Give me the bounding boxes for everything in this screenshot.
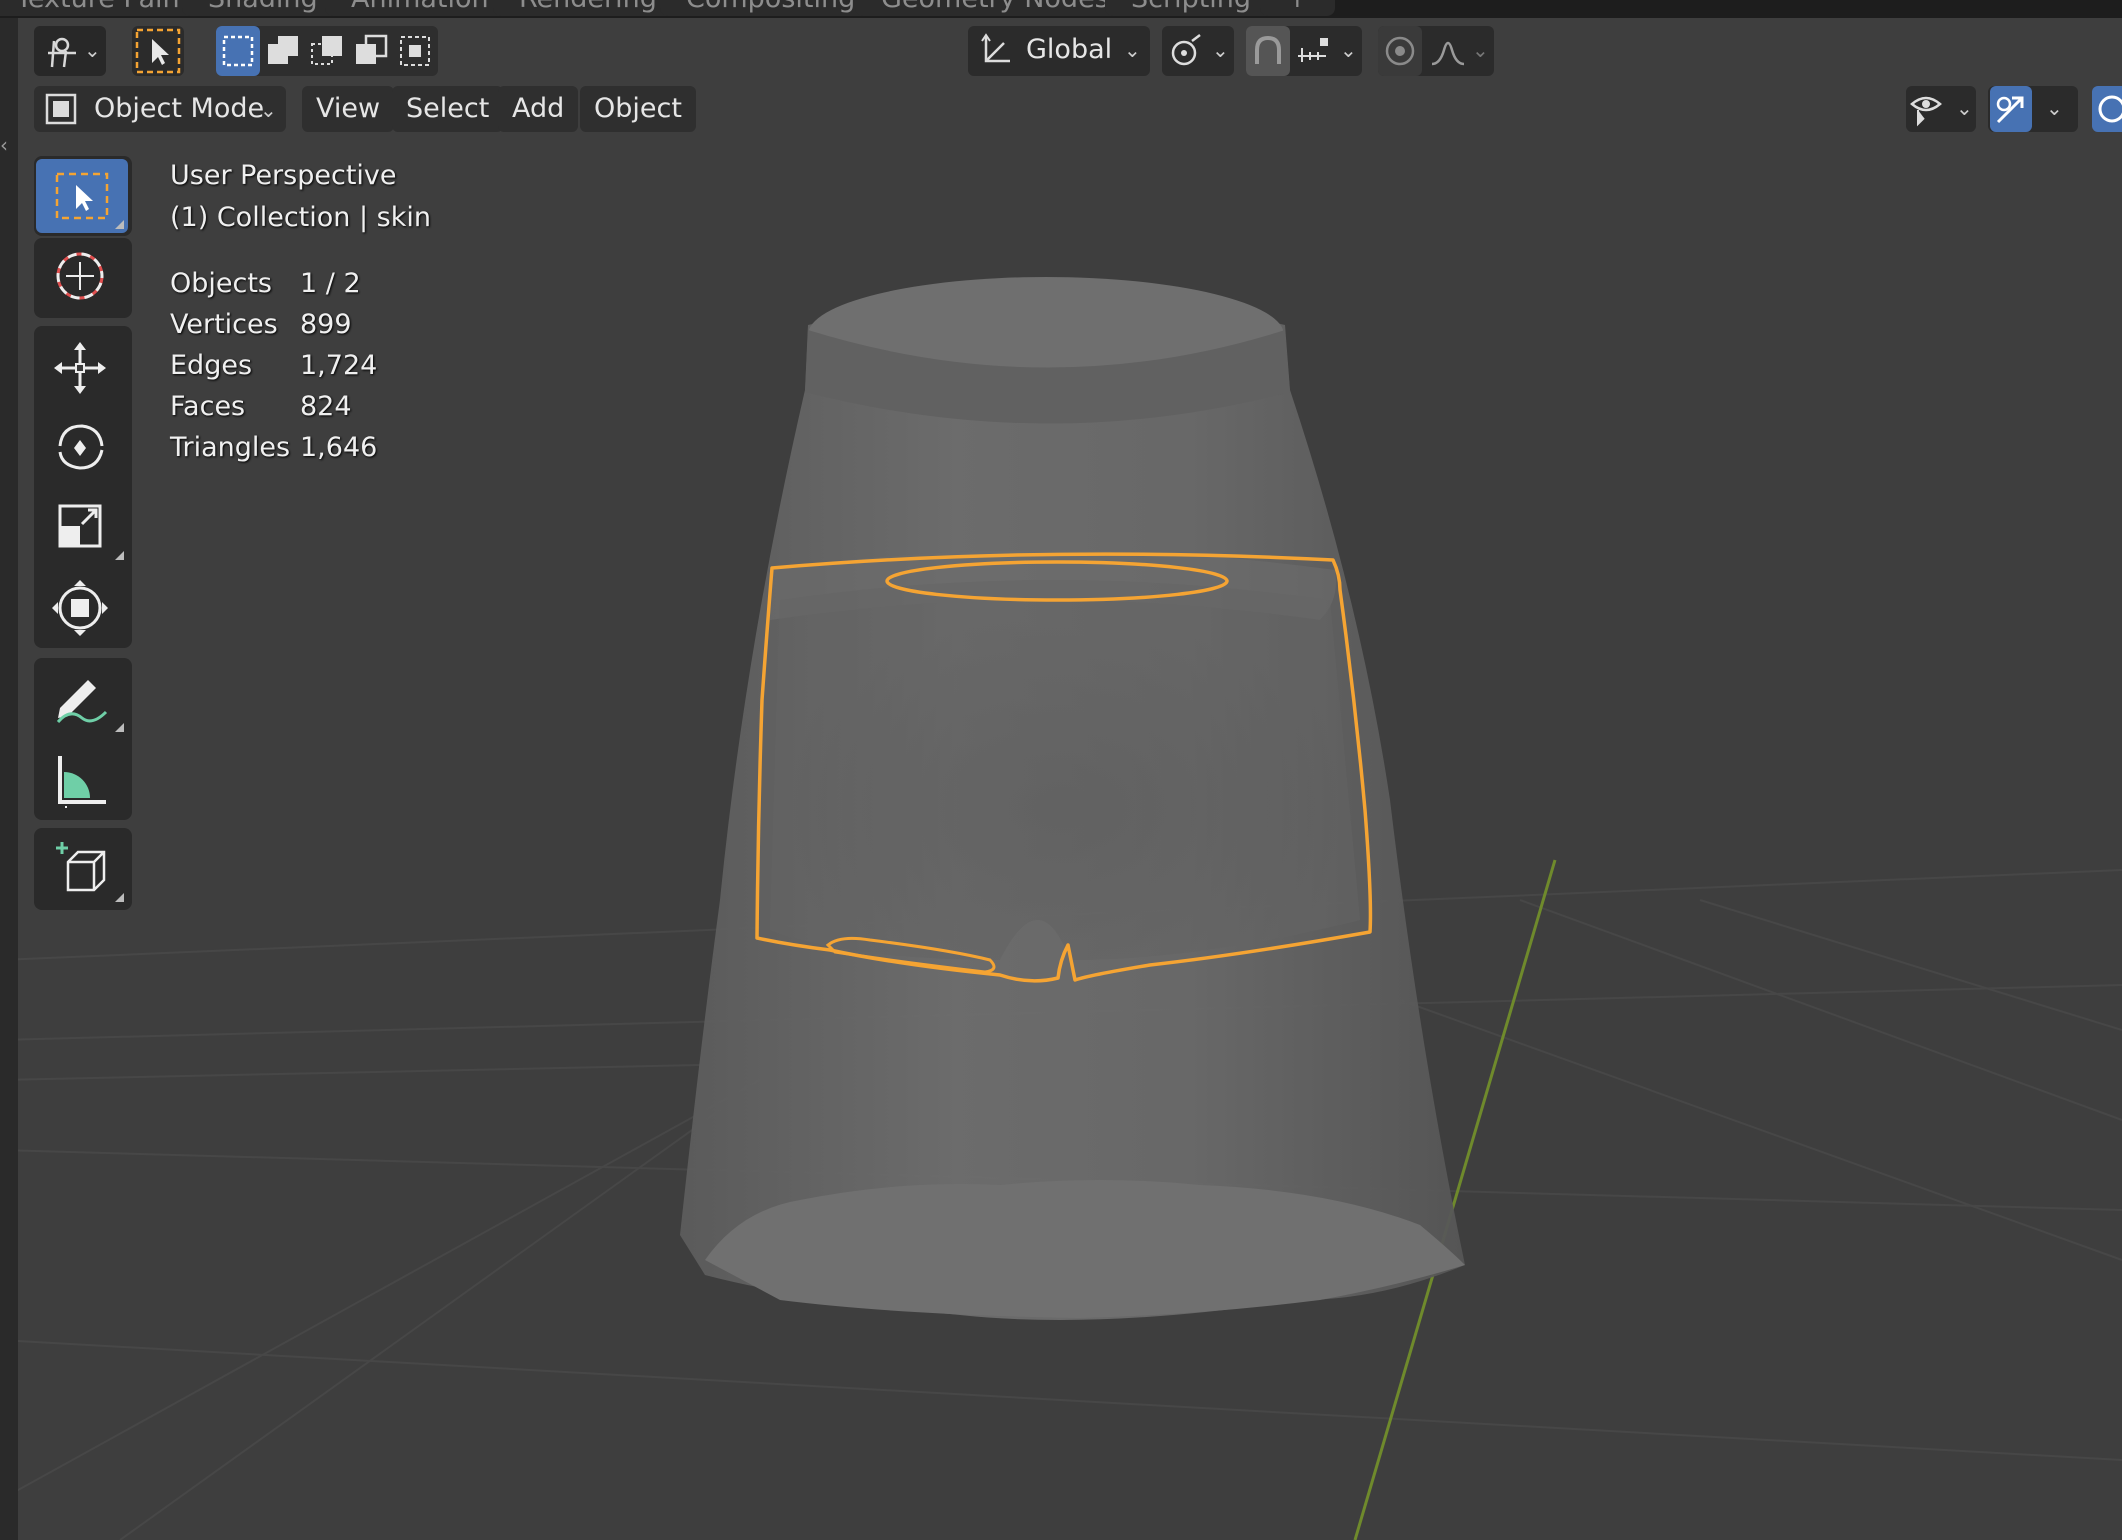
submenu-corner bbox=[115, 551, 124, 560]
tool-move[interactable] bbox=[36, 330, 128, 404]
proportional-editing-icon bbox=[1385, 36, 1415, 66]
subtract-selection-icon[interactable] bbox=[310, 34, 344, 68]
stat-label: Vertices bbox=[170, 309, 278, 340]
tool-transform[interactable] bbox=[36, 570, 128, 644]
stat-value: 1,646 bbox=[300, 432, 378, 463]
scale-icon bbox=[58, 504, 102, 548]
select-box-icon bbox=[135, 28, 181, 74]
transform-orientation-dropdown[interactable]: Global ⌄ bbox=[968, 26, 1150, 76]
chevron-down-icon: ⌄ bbox=[1340, 38, 1357, 62]
transform-icon bbox=[52, 580, 108, 636]
tool-add-cube[interactable] bbox=[36, 832, 128, 906]
magnet-icon bbox=[1255, 35, 1281, 64]
stat-value: 899 bbox=[300, 309, 352, 340]
stat-label: Faces bbox=[170, 391, 246, 422]
object-mode-dropdown[interactable]: Object Mode ⌄ bbox=[34, 86, 286, 132]
tab-texture-paint[interactable]: Texture Paint bbox=[0, 0, 202, 16]
collection-label: (1) Collection | skin bbox=[170, 202, 431, 233]
mode-label: Object Mode bbox=[94, 93, 265, 124]
menu-view[interactable]: View bbox=[302, 86, 395, 132]
object-mode-icon bbox=[45, 93, 77, 125]
menu-add[interactable]: Add bbox=[498, 86, 579, 132]
invert-selection-icon[interactable] bbox=[354, 34, 388, 68]
menu-object[interactable]: Object bbox=[580, 86, 696, 132]
pivot-point-dropdown[interactable]: ⌄ bbox=[1162, 26, 1234, 76]
gizmo-toggle-button[interactable] bbox=[1990, 86, 2032, 132]
chevron-down-icon: ⌄ bbox=[84, 38, 101, 62]
stat-label: Edges bbox=[170, 350, 253, 381]
orientation-axes-icon bbox=[981, 33, 1010, 63]
tab-rendering[interactable]: Rendering bbox=[493, 0, 683, 16]
overlays-toggle-button[interactable] bbox=[2092, 86, 2122, 132]
orientation-label: Global bbox=[1026, 34, 1113, 65]
view-name-label: User Perspective bbox=[170, 160, 397, 191]
left-region-edge: ‹ bbox=[0, 18, 18, 1540]
submenu-corner bbox=[115, 893, 124, 902]
chevron-down-icon: ⌄ bbox=[1212, 38, 1229, 62]
chevron-down-icon: ⌄ bbox=[260, 98, 277, 122]
chevron-down-icon: ⌄ bbox=[2046, 96, 2063, 120]
selection-mode-group bbox=[216, 26, 438, 76]
tab-geometry-nodes[interactable]: Geometry Nodes bbox=[855, 0, 1135, 16]
visibility-dropdown[interactable]: ⌄ bbox=[1906, 86, 1976, 132]
chevron-left-icon[interactable]: ‹ bbox=[0, 133, 14, 157]
chevron-down-icon: ⌄ bbox=[1956, 96, 1973, 120]
mode-new-selection-button[interactable] bbox=[216, 26, 260, 76]
rotate-icon bbox=[58, 424, 104, 470]
tab-animation[interactable]: Animation bbox=[325, 0, 515, 16]
overlays-icon bbox=[2098, 95, 2122, 123]
tab-shading[interactable]: Shading bbox=[182, 0, 344, 16]
tab-add-workspace[interactable]: + bbox=[1260, 0, 1335, 16]
viewport-editor-icon bbox=[48, 37, 76, 68]
gizmo-group: ⌄ bbox=[1988, 86, 2078, 132]
stat-label: Triangles bbox=[170, 432, 291, 463]
chevron-down-icon: ⌄ bbox=[1472, 38, 1489, 62]
pencil-icon bbox=[56, 680, 108, 724]
stat-value: 1,724 bbox=[300, 350, 378, 381]
set-selection-icon bbox=[222, 35, 254, 67]
select-tool-header-button[interactable] bbox=[132, 26, 184, 76]
stat-value: 1 / 2 bbox=[300, 268, 361, 299]
tool-select-box[interactable] bbox=[36, 159, 128, 233]
3d-cursor-icon bbox=[56, 252, 104, 300]
pivot-point-icon bbox=[1171, 34, 1201, 66]
add-cube-icon bbox=[56, 842, 106, 892]
tool-scale[interactable] bbox=[36, 490, 128, 564]
editor-type-button[interactable]: ⌄ bbox=[34, 26, 106, 76]
submenu-corner bbox=[115, 723, 124, 732]
tool-rotate[interactable] bbox=[36, 410, 128, 484]
snapping-group: ⌄ bbox=[1246, 26, 1362, 76]
snap-increment-icon[interactable] bbox=[1296, 34, 1336, 68]
select-box-icon bbox=[55, 172, 109, 220]
tab-compositing[interactable]: Compositing bbox=[660, 0, 882, 16]
falloff-curve-icon[interactable] bbox=[1430, 34, 1470, 68]
chevron-down-icon: ⌄ bbox=[1124, 38, 1141, 62]
tool-cursor[interactable] bbox=[36, 240, 128, 314]
proportional-editing-group: ⌄ bbox=[1378, 26, 1494, 76]
move-icon bbox=[54, 342, 106, 394]
snap-toggle-button[interactable] bbox=[1246, 26, 1290, 76]
submenu-corner bbox=[115, 220, 124, 229]
tab-scripting[interactable]: Scripting bbox=[1105, 0, 1278, 16]
gizmo-icon bbox=[1996, 96, 2024, 124]
workspace-tabs: Texture Paint Shading Animation Renderin… bbox=[0, 0, 2122, 18]
stat-label: Objects bbox=[170, 268, 273, 299]
intersect-selection-icon[interactable] bbox=[398, 34, 432, 68]
ruler-icon bbox=[58, 756, 106, 808]
tool-measure[interactable] bbox=[36, 742, 128, 816]
stat-value: 824 bbox=[300, 391, 352, 422]
extend-selection-icon[interactable] bbox=[266, 34, 300, 68]
menu-select[interactable]: Select bbox=[392, 86, 504, 132]
tool-annotate[interactable] bbox=[36, 662, 128, 736]
proportional-toggle-button[interactable] bbox=[1378, 26, 1422, 76]
eye-icon bbox=[1910, 96, 1942, 127]
